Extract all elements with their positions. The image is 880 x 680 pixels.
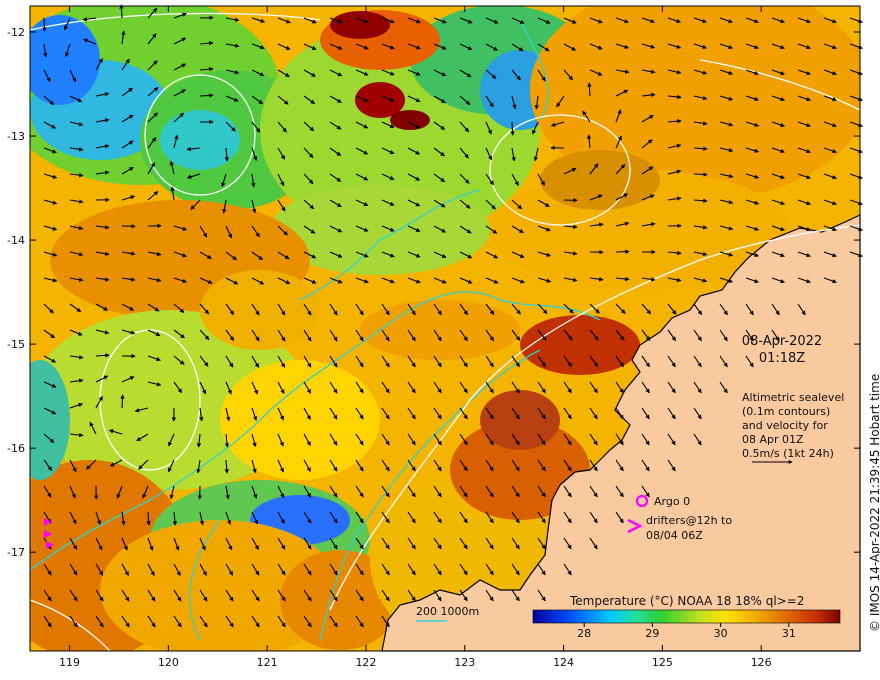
colorbar-gradient — [532, 609, 841, 624]
info-line-5: 0.5m/s (1kt 24h) — [742, 447, 834, 460]
x-tick-label: 124 — [553, 656, 574, 669]
velocity-arrow — [120, 394, 125, 409]
credit-text: © IMOS 14-Apr-2022 21:39:45 Hobart time — [868, 374, 880, 632]
info-line-1: Altimetric sealevel — [742, 391, 844, 404]
x-tick-label: 120 — [158, 656, 179, 669]
colorbar-tick-label: 30 — [714, 627, 728, 640]
velocity-arrow — [199, 93, 214, 98]
y-tick-label: -16 — [7, 442, 25, 455]
sst-map: Argo 0 drifters@12h to 08/04 06Z 08-Apr-… — [7, 4, 880, 669]
x-tick-label: 121 — [257, 656, 278, 669]
colorbar-tick-label: 29 — [645, 627, 659, 640]
y-tick-label: -14 — [7, 234, 25, 247]
y-tick-label: -13 — [7, 130, 25, 143]
x-tick-label: 126 — [751, 656, 772, 669]
colorbar-tick-label: 28 — [577, 627, 591, 640]
drifters-label-line1: drifters@12h to — [646, 514, 732, 527]
info-line-2: (0.1m contours) — [742, 405, 830, 418]
x-tick-label: 122 — [355, 656, 376, 669]
x-tick-label: 119 — [59, 656, 80, 669]
y-tick-label: -17 — [7, 546, 25, 559]
argo-label: Argo 0 — [654, 495, 690, 508]
x-tick-label: 125 — [652, 656, 673, 669]
velocity-arrow — [510, 121, 515, 136]
info-line-4: 08 Apr 01Z — [742, 433, 804, 446]
isobath-label: 200 1000m — [416, 605, 479, 618]
colorbar-tick-label: 31 — [782, 627, 796, 640]
velocity-arrow — [615, 249, 630, 254]
velocity-arrow — [693, 172, 708, 177]
drifters-label-line2: 08/04 06Z — [646, 529, 703, 542]
y-tick-label: -15 — [7, 338, 25, 351]
velocity-arrow — [42, 17, 47, 32]
x-tick-label: 123 — [454, 656, 475, 669]
y-tick-label: -12 — [7, 26, 25, 39]
info-line-3: and velocity for — [742, 419, 828, 432]
time-label: 01:18Z — [759, 351, 805, 366]
colorbar-title: Temperature (°C) NOAA 18 18% ql>=2 — [569, 594, 804, 608]
date-label: 08-Apr-2022 — [742, 334, 822, 349]
